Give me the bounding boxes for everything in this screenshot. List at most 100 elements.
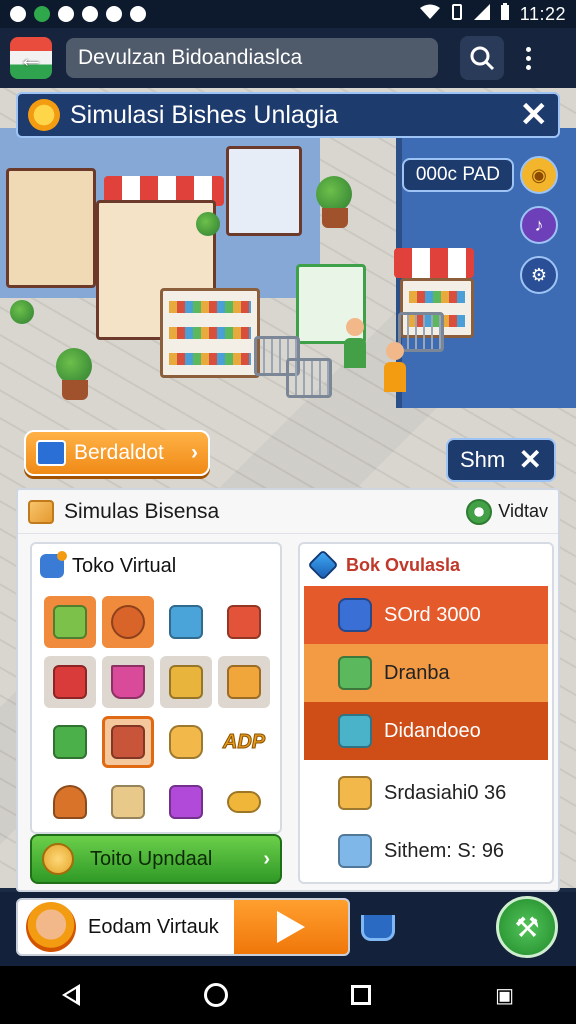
gift-box-icon — [111, 725, 145, 759]
item-tile[interactable] — [160, 776, 212, 828]
stock-row[interactable]: Sithem: S: 96 — [304, 822, 548, 880]
box-icon — [36, 440, 66, 466]
shield-coin-icon[interactable]: ◉ — [520, 156, 558, 194]
item-tile[interactable] — [218, 596, 270, 648]
trash-bin-icon — [338, 834, 372, 868]
stock-row-label: Dranba — [384, 661, 450, 684]
nav-home-icon[interactable] — [203, 983, 228, 1007]
guitar-icon[interactable]: ♪ — [520, 206, 558, 244]
play-button[interactable] — [234, 900, 348, 954]
system-icons: 11:22 — [419, 3, 566, 25]
item-tile[interactable] — [44, 596, 96, 648]
vegetable-crate-icon — [338, 656, 372, 690]
plant-pot — [62, 380, 88, 400]
sun-gear-icon — [28, 99, 60, 131]
more-menu-button[interactable] — [518, 36, 538, 80]
status-bar: 11:22 — [0, 0, 576, 28]
arrow-left-icon: ← — [18, 42, 44, 73]
virtual-store-title: Toko Virtual — [32, 544, 280, 588]
item-tile-selected[interactable] — [102, 716, 154, 768]
player-profile[interactable]: Eodam Virtauk — [16, 898, 350, 956]
item-tile[interactable] — [160, 656, 212, 708]
open-store-button[interactable]: Berdaldot › — [24, 430, 210, 476]
leaf-icon — [466, 498, 493, 525]
stock-row[interactable]: Didandoeo — [304, 702, 548, 760]
vibrate-icon — [450, 4, 464, 24]
screenshot-icon[interactable]: ▣ — [495, 983, 514, 1008]
box-icon — [227, 605, 261, 639]
settings-gear-icon[interactable]: ⚙ — [520, 256, 558, 294]
item-tile[interactable] — [160, 596, 212, 648]
panel-header-link[interactable]: Vidtav — [498, 501, 548, 522]
package-icon — [28, 499, 54, 524]
crate-icon — [53, 605, 87, 639]
stock-row[interactable]: Srdasiahi0 36 — [304, 764, 548, 822]
currency-label: 000c PAD — [401, 158, 514, 192]
close-icon[interactable]: ✕ — [520, 98, 549, 132]
game-title: Simulasi Bishes Unlagia — [70, 100, 339, 129]
item-tile[interactable] — [102, 776, 154, 828]
carton-icon — [111, 785, 145, 819]
player-name: Eodam Virtauk — [88, 915, 219, 938]
potted-plant — [56, 348, 92, 384]
box-icon — [169, 605, 203, 639]
plant-pot — [322, 208, 348, 228]
item-tile[interactable] — [160, 716, 212, 768]
nav-back-icon[interactable] — [61, 984, 80, 1006]
item-tile[interactable] — [102, 596, 154, 648]
shopper-character — [344, 318, 366, 378]
shelf-row — [169, 301, 251, 313]
item-tile[interactable]: ADP — [218, 716, 270, 768]
back-button[interactable]: ← — [10, 37, 52, 79]
business-panel: Simulas Bisensa Vidtav Toko Virtual ADP — [16, 488, 560, 892]
close-icon[interactable]: ✕ — [519, 446, 542, 474]
virtual-store-label: Toko Virtual — [72, 554, 177, 577]
nav-recents-icon[interactable] — [351, 985, 372, 1005]
address-bar[interactable]: Devulzan Bidoandiaslca — [66, 38, 438, 78]
bread-icon — [227, 791, 261, 813]
signal-icon — [473, 4, 490, 24]
item-tile[interactable] — [218, 776, 270, 828]
shelf-row — [169, 353, 251, 365]
sack-icon — [111, 605, 145, 639]
stock-row[interactable]: SOrd 3000 — [304, 586, 548, 644]
currency-display[interactable]: 000c PAD ◉ — [401, 156, 558, 194]
stock-row-label: SOrd 3000 — [384, 603, 481, 626]
basket-icon — [361, 915, 395, 941]
battery-icon — [500, 3, 510, 25]
item-tile[interactable] — [218, 656, 270, 708]
box-icon — [53, 665, 87, 699]
more-dot-icon — [525, 55, 531, 61]
item-tile[interactable] — [44, 716, 96, 768]
bottom-bar: Eodam Virtauk ⚒ — [0, 892, 576, 966]
search-button[interactable] — [460, 36, 504, 80]
basket-button[interactable] — [356, 906, 400, 950]
bag-icon — [53, 785, 87, 819]
shop-building-1 — [6, 168, 96, 288]
more-dot-icon — [525, 46, 531, 52]
item-tile[interactable] — [44, 776, 96, 828]
crate-icon — [169, 665, 203, 699]
stock-row[interactable]: Dranba — [304, 644, 548, 702]
shopping-cart — [286, 358, 332, 398]
tools-icon — [130, 6, 146, 22]
open-store-label: Berdaldot — [74, 441, 164, 464]
adp-tile-label: ADP — [222, 730, 266, 753]
tools-button[interactable]: ⚒ — [496, 896, 558, 958]
package-icon — [227, 665, 261, 699]
facebook-icon — [82, 6, 98, 22]
wifi-icon — [419, 4, 440, 24]
app-bar: ← Devulzan Bidoandiaslca — [0, 28, 576, 88]
potted-plant — [196, 212, 220, 236]
item-tile[interactable] — [102, 656, 154, 708]
gem-icon — [307, 549, 339, 581]
item-tile[interactable] — [44, 656, 96, 708]
shop-toggle-button[interactable]: Shm ✕ — [446, 438, 556, 482]
gift-icon — [53, 725, 87, 759]
shop-notification-icon — [106, 6, 122, 22]
item-grid: ADP — [44, 592, 270, 832]
record-icon — [58, 6, 74, 22]
system-nav-bar: ▣ — [0, 966, 576, 1024]
upgrade-store-button[interactable]: Toito Upndaal › — [30, 834, 282, 884]
shop-toggle-label: Shm — [460, 447, 506, 472]
